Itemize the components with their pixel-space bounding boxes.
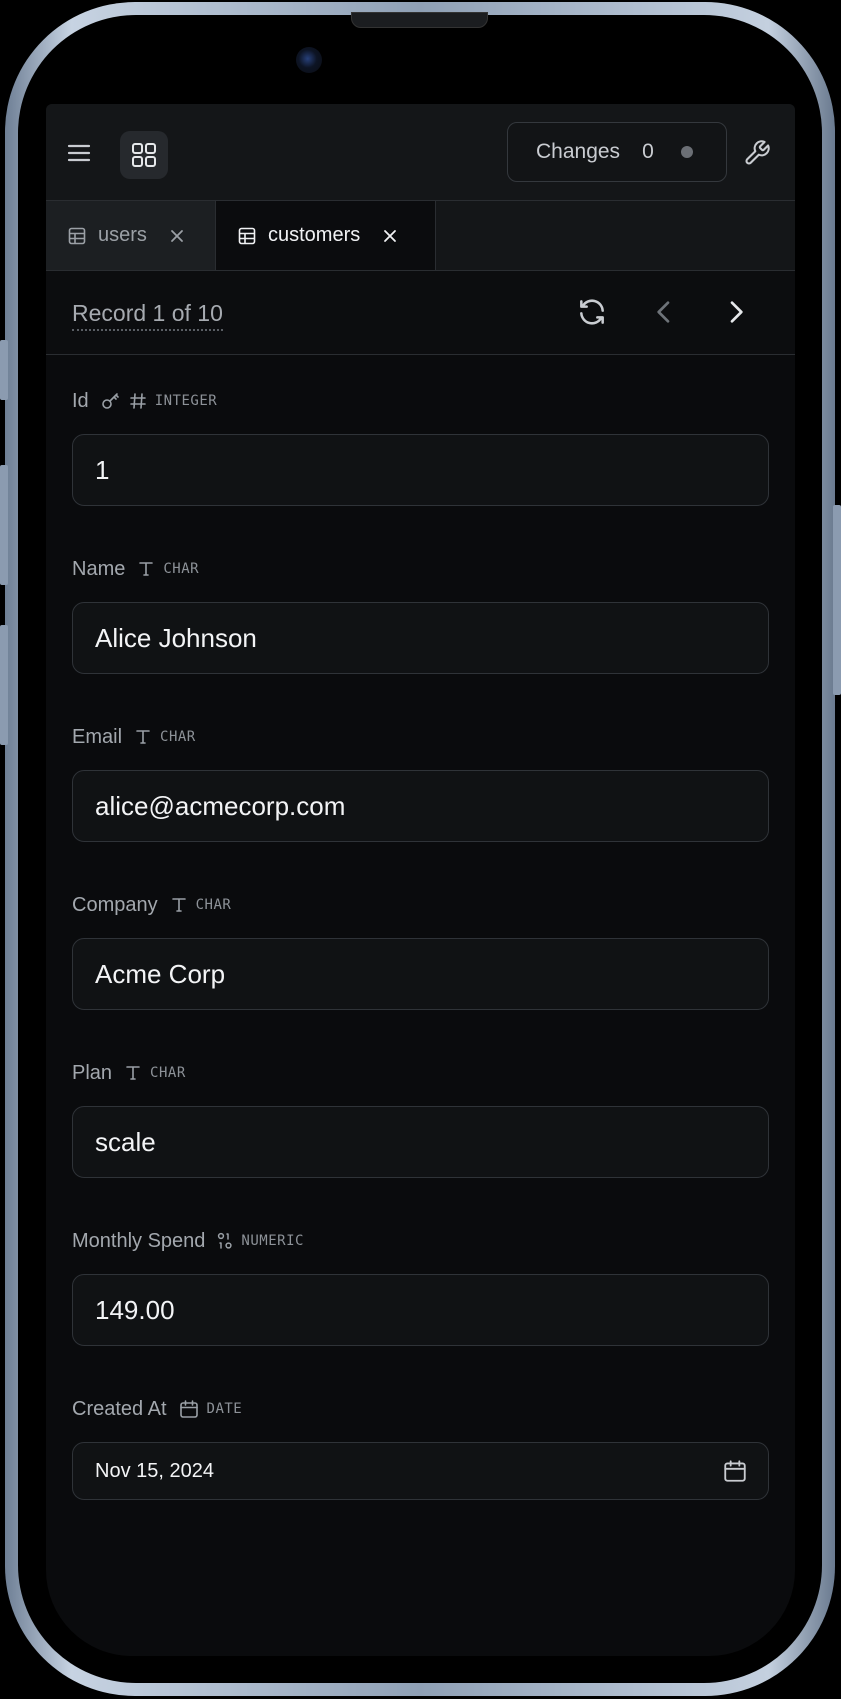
field-type: NUMERIC [241,1233,304,1249]
plan-input[interactable]: scale [72,1106,769,1178]
app-screen: Changes 0 users customers Record 1 of 10… [46,104,795,1656]
field-label: Created At [72,1397,167,1420]
grid-icon [132,143,156,167]
field-monthly-spend: Monthly Spend NUMERIC 149.00 [72,1225,769,1346]
field-name: Name CHAR Alice Johnson [72,553,769,674]
tab-users[interactable]: users [46,201,216,270]
volume-up-button [0,465,8,585]
changes-button[interactable]: Changes 0 [507,122,727,182]
field-type: CHAR [150,1065,186,1081]
speaker-grille [351,12,488,28]
company-input[interactable]: Acme Corp [72,938,769,1010]
tab-bar: users customers [46,201,795,271]
volume-down-button [0,625,8,745]
id-input[interactable]: 1 [72,434,769,506]
date-picker[interactable]: Nov 15, 2024 [72,1442,769,1500]
field-label: Name [72,557,126,580]
field-label: Plan [72,1061,113,1084]
changes-count: 0 [642,140,654,163]
calendar-icon[interactable] [722,1458,748,1484]
refresh-icon[interactable] [576,296,608,328]
changes-label: Changes [536,140,621,163]
chevron-left-icon[interactable] [648,296,680,328]
field-type: CHAR [163,561,200,577]
tab-label: users [98,224,147,246]
field-email: Email CHAR alice@acmecorp.com [72,721,769,842]
text-type-icon [170,896,188,914]
field-label: Email [72,725,123,748]
field-company: Company CHAR Acme Corp [72,889,769,1010]
email-input[interactable]: alice@acmecorp.com [72,770,769,842]
power-button [833,505,841,695]
table-icon [68,227,86,244]
record-counter[interactable]: Record 1 of 10 [72,300,223,331]
hash-icon [129,392,147,410]
camera-lens [296,47,322,73]
date-value: Nov 15, 2024 [95,1459,214,1482]
field-created-at: Created At DATE Nov 15, 2024 [72,1393,769,1500]
status-dot [680,146,693,158]
side-button [0,340,8,400]
record-navigation: Record 1 of 10 [46,271,795,355]
wrench-icon[interactable] [743,139,771,167]
table-icon [238,227,256,244]
record-form: Id INTEGER 1 Name CHAR Alice Johnson Ema… [72,385,769,1547]
calendar-icon [179,1399,199,1419]
key-icon [101,391,121,411]
chevron-right-icon[interactable] [720,296,752,328]
monthly-spend-input[interactable]: 149.00 [72,1274,769,1346]
field-type: CHAR [160,729,196,745]
close-icon[interactable] [382,228,398,244]
field-plan: Plan CHAR scale [72,1057,769,1178]
text-type-icon [134,728,152,746]
name-input[interactable]: Alice Johnson [72,602,769,674]
numeric-icon [217,1232,233,1250]
text-type-icon [124,1064,142,1082]
text-type-icon [137,560,155,578]
field-type: INTEGER [154,393,218,409]
field-label: Company [72,893,158,916]
close-icon[interactable] [169,228,185,244]
top-toolbar: Changes 0 [46,104,795,201]
tab-label: customers [268,224,361,246]
tab-customers[interactable]: customers [216,201,436,270]
field-id: Id INTEGER 1 [72,385,769,506]
field-label: Monthly Spend [72,1229,206,1252]
field-type: CHAR [195,897,232,913]
field-type: DATE [206,1401,243,1417]
grid-view-button[interactable] [120,131,168,179]
menu-icon[interactable] [66,140,92,166]
field-label: Id [72,389,89,412]
